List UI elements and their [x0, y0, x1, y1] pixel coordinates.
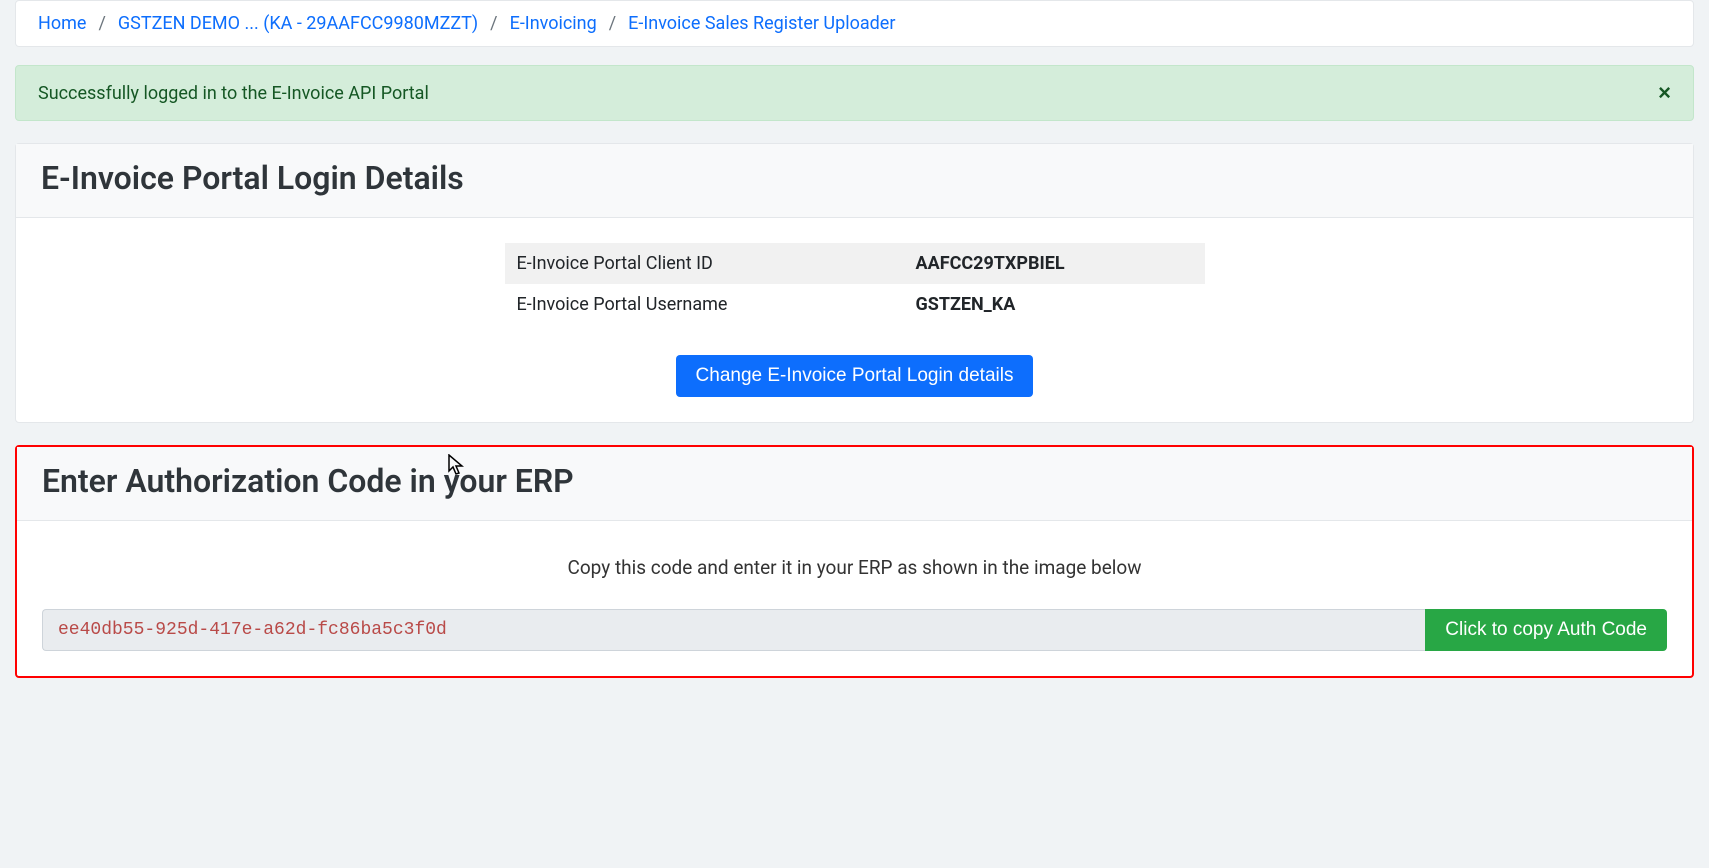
table-row: E-Invoice Portal Username GSTZEN_KA [505, 284, 1205, 325]
breadcrumb-home[interactable]: Home [38, 13, 86, 34]
breadcrumb-company[interactable]: GSTZEN DEMO ... (KA - 29AAFCC9980MZZT) [118, 13, 478, 34]
login-details-table: E-Invoice Portal Client ID AAFCC29TXPBIE… [505, 243, 1205, 325]
username-value: GSTZEN_KA [904, 284, 1205, 325]
copy-auth-code-button[interactable]: Click to copy Auth Code [1425, 609, 1667, 651]
login-details-title: E-Invoice Portal Login Details [41, 159, 1668, 197]
client-id-label: E-Invoice Portal Client ID [505, 243, 904, 284]
login-details-card: E-Invoice Portal Login Details E-Invoice… [15, 143, 1694, 423]
breadcrumb-separator: / [490, 13, 497, 34]
auth-code-title: Enter Authorization Code in your ERP [42, 462, 1667, 500]
breadcrumb-einvoicing[interactable]: E-Invoicing [510, 13, 597, 34]
breadcrumb: Home / GSTZEN DEMO ... (KA - 29AAFCC9980… [15, 0, 1694, 47]
alert-success: Successfully logged in to the E-Invoice … [15, 65, 1694, 121]
card-header: Enter Authorization Code in your ERP [17, 447, 1692, 521]
alert-message: Successfully logged in to the E-Invoice … [38, 83, 429, 104]
card-body: Copy this code and enter it in your ERP … [17, 521, 1692, 676]
alert-close-button[interactable]: × [1658, 82, 1671, 104]
breadcrumb-separator: / [609, 13, 616, 34]
card-body: E-Invoice Portal Client ID AAFCC29TXPBIE… [16, 218, 1693, 422]
button-wrap: Change E-Invoice Portal Login details [41, 355, 1668, 397]
auth-code-card: Enter Authorization Code in your ERP Cop… [15, 445, 1694, 678]
auth-code-input[interactable] [42, 609, 1425, 651]
breadcrumb-uploader[interactable]: E-Invoice Sales Register Uploader [628, 13, 895, 34]
auth-code-input-group: Click to copy Auth Code [42, 609, 1667, 651]
card-header: E-Invoice Portal Login Details [16, 144, 1693, 218]
breadcrumb-separator: / [98, 13, 105, 34]
auth-instruction-text: Copy this code and enter it in your ERP … [42, 556, 1667, 579]
table-row: E-Invoice Portal Client ID AAFCC29TXPBIE… [505, 243, 1205, 284]
change-login-details-button[interactable]: Change E-Invoice Portal Login details [676, 355, 1034, 397]
username-label: E-Invoice Portal Username [505, 284, 904, 325]
client-id-value: AAFCC29TXPBIEL [904, 243, 1205, 284]
